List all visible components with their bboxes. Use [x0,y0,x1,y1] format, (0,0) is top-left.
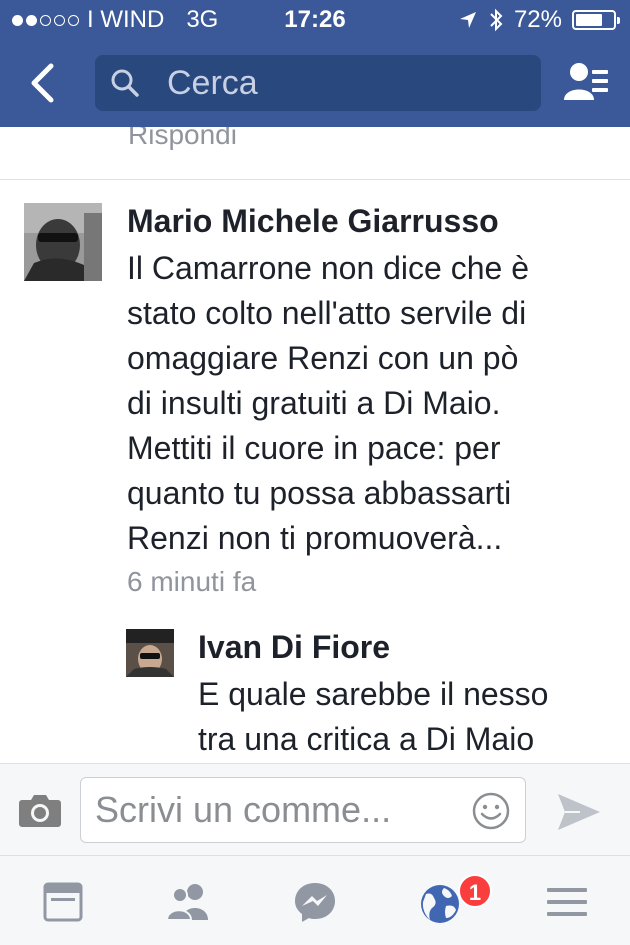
notifications-globe-icon[interactable] [418,880,464,924]
comment-line: tra una critica a Di Maio [198,721,535,757]
friends-icon[interactable] [165,880,211,924]
comment-line: omaggiare Renzi con un pò [127,340,519,376]
comment-reply: Ivan Di Fiore E quale sarebbe il nesso t… [0,627,630,763]
status-icons: 72% [458,6,620,34]
comment-body: Il Camarrone non dice che è stato colto … [127,246,617,561]
smiley-icon[interactable] [471,791,511,831]
comment-line: stato colto nell'atto servile di [127,295,527,331]
search-icon [111,69,139,97]
avatar[interactable] [24,203,102,281]
comments-thread: Rispondi Mario Michele Giarrusso Il Cama… [0,127,630,763]
comment-body: E quale sarebbe il nesso tra una critica… [198,672,618,762]
divider [0,179,630,180]
battery-level-fill [576,14,602,26]
menu-icon[interactable] [544,880,590,924]
send-icon[interactable] [556,792,602,832]
search-bar[interactable] [95,55,541,111]
comment-composer [0,763,630,855]
status-bar: I WIND 3G 17:26 72% [0,0,630,40]
comment-line: E quale sarebbe il nesso [198,676,549,712]
comment-line: Mettiti il cuore in pace: per [127,430,501,466]
comment-author[interactable]: Ivan Di Fiore [198,629,390,666]
comment-line: Il Camarrone non dice che è [127,250,529,286]
location-arrow-icon [459,12,476,28]
friend-requests-icon[interactable] [562,60,610,106]
comment-line: di insulti gratuiti a Di Maio. [127,385,501,421]
profile-photo [24,203,102,281]
bottom-tab-bar: 1 [0,855,630,945]
comment-line: quanto tu possa abbassarti [127,475,512,511]
reply-link[interactable]: Rispondi [128,127,237,151]
avatar[interactable] [126,629,174,677]
comment: Mario Michele Giarrusso Il Camarrone non… [0,201,630,601]
camera-icon[interactable] [18,792,62,828]
comment-timestamp: 6 minuti fa [127,566,257,597]
comment-line: Renzi non ti promuoverà... [127,520,503,556]
comment-author[interactable]: Mario Michele Giarrusso [127,203,499,240]
chevron-left-icon[interactable] [20,58,70,108]
messenger-icon[interactable] [292,880,338,924]
top-nav-bar [0,40,630,127]
news-feed-icon[interactable] [40,880,86,924]
search-input[interactable] [167,61,527,105]
comment-input[interactable] [95,788,465,832]
profile-photo [126,629,174,677]
battery-icon [572,10,620,30]
battery-percent: 72% [513,6,562,33]
bluetooth-icon [490,8,503,32]
comment-input-box[interactable] [80,777,526,843]
notification-badge: 1 [458,874,492,908]
